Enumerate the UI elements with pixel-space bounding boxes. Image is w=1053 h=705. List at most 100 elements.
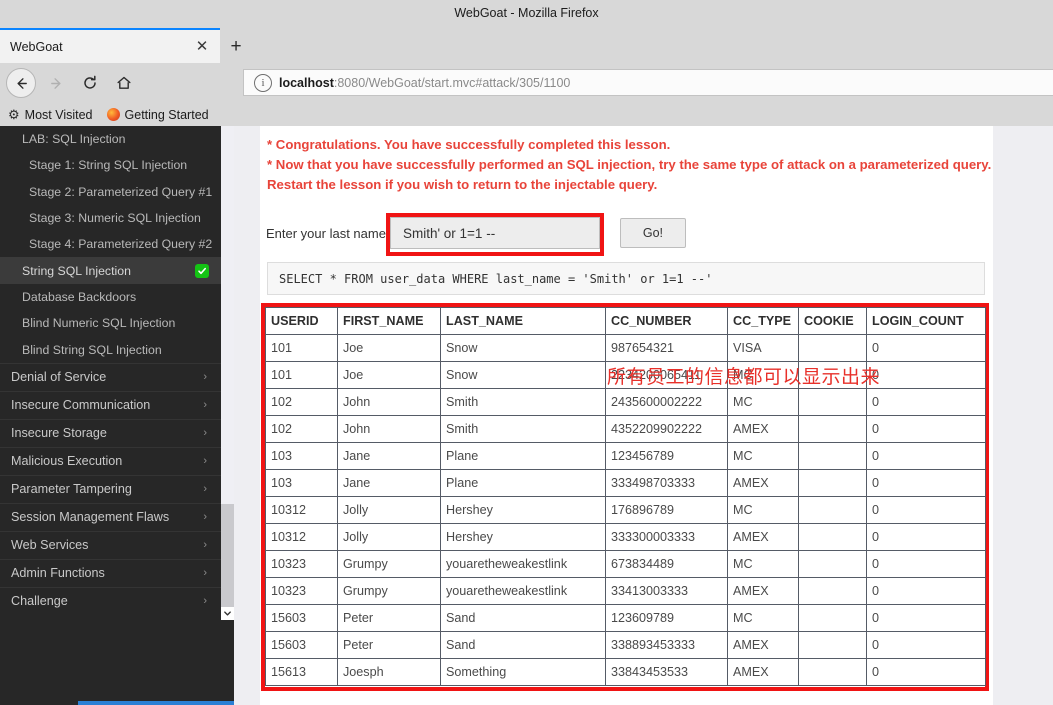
chevron-right-icon: ›: [203, 427, 207, 440]
table-cell: 0: [866, 496, 986, 524]
home-icon[interactable]: [110, 69, 138, 97]
sidebar-lesson-item[interactable]: Database Backdoors: [0, 284, 221, 310]
table-cell: AMEX: [727, 577, 799, 605]
bookmark-label: Most Visited: [24, 107, 93, 122]
sidebar-category-item[interactable]: Admin Functions ›: [0, 558, 221, 587]
chevron-right-icon: ›: [203, 399, 207, 412]
table-cell: 2435600002222: [605, 388, 728, 416]
sidebar-category-item[interactable]: Session Management Flaws ›: [0, 502, 221, 531]
sidebar-category-item[interactable]: Denial of Service ›: [0, 362, 221, 391]
table-header-cell: COOKIE: [798, 307, 867, 335]
table-cell: [798, 442, 867, 470]
sidebar-lesson-label: Stage 2: Parameterized Query #1: [29, 184, 213, 199]
table-cell: Joe: [337, 361, 441, 389]
table-cell: Grumpy: [337, 550, 441, 578]
next-step-line: * Now that you have successfully perform…: [267, 157, 992, 193]
bookmark-most-visited[interactable]: ⚙ Most Visited: [8, 108, 93, 122]
table-cell: 673834489: [605, 550, 728, 578]
sidebar-lesson-item[interactable]: Stage 4: Parameterized Query #2: [0, 231, 221, 257]
table-cell: 10323: [265, 550, 338, 578]
chevron-down-icon[interactable]: [221, 607, 234, 620]
sidebar-scrollbar-thumb[interactable]: [221, 504, 234, 619]
check-badge-icon: [195, 263, 209, 278]
table-cell: [798, 388, 867, 416]
table-cell: 0: [866, 523, 986, 551]
table-cell: 333300003333: [605, 523, 728, 551]
table-cell: [798, 496, 867, 524]
table-cell: [798, 604, 867, 632]
table-cell: AMEX: [727, 658, 799, 686]
sidebar-lesson-item[interactable]: String SQL Injection: [0, 257, 221, 284]
table-cell: Grumpy: [337, 577, 441, 605]
table-cell: 10312: [265, 523, 338, 551]
url-host: localhost: [279, 75, 334, 90]
chevron-right-icon: ›: [203, 511, 207, 524]
table-cell: 0: [866, 469, 986, 497]
url-bar[interactable]: i localhost:8080/WebGoat/start.mvc#attac…: [243, 69, 1053, 96]
back-arrow-icon[interactable]: [6, 68, 36, 98]
info-icon[interactable]: i: [254, 73, 272, 92]
forward-arrow-icon[interactable]: [42, 69, 70, 97]
sidebar-category-item[interactable]: Web Services ›: [0, 530, 221, 559]
table-cell: Jolly: [337, 496, 441, 524]
tab-webgoat[interactable]: WebGoat ✕: [0, 28, 220, 63]
lesson-status-message: * Congratulations. You have successfully…: [267, 135, 993, 196]
sidebar-category-item[interactable]: Insecure Storage ›: [0, 418, 221, 447]
tab-label: WebGoat: [10, 39, 63, 54]
chevron-right-icon: ›: [203, 567, 207, 580]
window-titlebar: WebGoat - Mozilla Firefox: [0, 0, 1053, 26]
table-cell: youaretheweakestlink: [440, 550, 606, 578]
sidebar-lesson-item[interactable]: Blind String SQL Injection: [0, 336, 221, 362]
table-cell: 33413003333: [605, 577, 728, 605]
table-cell: [798, 469, 867, 497]
table-cell: Sand: [440, 604, 606, 632]
table-cell: 0: [866, 334, 986, 362]
lastname-label: Enter your last name: [266, 225, 386, 241]
table-cell: 0: [866, 361, 986, 389]
table-cell: 102: [265, 415, 338, 443]
table-cell: 333498703333: [605, 469, 728, 497]
sidebar-category-item[interactable]: Malicious Execution ›: [0, 446, 221, 475]
sidebar-lesson-item[interactable]: Stage 2: Parameterized Query #1: [0, 179, 221, 205]
sidebar-lesson-label: Database Backdoors: [22, 289, 137, 304]
chevron-right-icon: ›: [203, 483, 207, 496]
close-icon[interactable]: ✕: [190, 35, 214, 59]
bookmark-getting-started[interactable]: Getting Started: [106, 108, 209, 122]
sidebar-category-item[interactable]: Insecure Communication ›: [0, 390, 221, 419]
annotation-text: 所有员工的信息都可以显示出来: [607, 366, 881, 388]
table-cell: Jolly: [337, 523, 441, 551]
plus-icon[interactable]: +: [224, 34, 248, 58]
lastname-input[interactable]: [389, 217, 600, 249]
table-cell: Peter: [337, 604, 441, 632]
url-text: localhost:8080/WebGoat/start.mvc#attack/…: [279, 76, 570, 90]
sidebar-lesson-item[interactable]: Blind Numeric SQL Injection: [0, 310, 221, 336]
table-cell: AMEX: [727, 631, 799, 659]
table-cell: Snow: [440, 361, 606, 389]
table-cell: VISA: [727, 334, 799, 362]
sidebar-lesson-label: LAB: SQL Injection: [22, 132, 126, 147]
table-header-cell: LOGIN_COUNT: [866, 307, 986, 335]
table-cell: Joesph: [337, 658, 441, 686]
table-cell: AMEX: [727, 523, 799, 551]
sidebar-category-item[interactable]: Parameter Tampering ›: [0, 474, 221, 503]
table-row: 10312 Jolly Hershey 333300003333 AMEX 0: [265, 523, 986, 551]
sidebar-category-label: Insecure Storage: [11, 426, 107, 441]
sidebar-lesson-item[interactable]: Stage 3: Numeric SQL Injection: [0, 205, 221, 231]
chevron-right-icon: ›: [203, 371, 207, 384]
table-row: 102 John Smith 2435600002222 MC 0: [265, 388, 986, 416]
sidebar-category-item[interactable]: Challenge ›: [0, 586, 221, 615]
table-cell: Snow: [440, 334, 606, 362]
sidebar-lesson-item[interactable]: Stage 1: String SQL Injection: [0, 152, 221, 178]
sidebar-lesson-label: Stage 3: Numeric SQL Injection: [29, 211, 201, 226]
table-header-cell: CC_TYPE: [727, 307, 799, 335]
sidebar-lesson-item[interactable]: LAB: SQL Injection: [0, 126, 221, 152]
reload-icon[interactable]: [76, 69, 104, 97]
table-cell: MC: [727, 388, 799, 416]
table-cell: MC: [727, 496, 799, 524]
sidebar-category-label: Challenge: [11, 594, 68, 609]
bookmarks-toolbar: ⚙ Most Visited Getting Started: [0, 103, 1053, 126]
table-cell: 4352209902222: [605, 415, 728, 443]
go-button[interactable]: Go!: [619, 218, 686, 248]
sidebar-lesson-label: Blind Numeric SQL Injection: [22, 316, 176, 331]
table-cell: 15603: [265, 604, 338, 632]
